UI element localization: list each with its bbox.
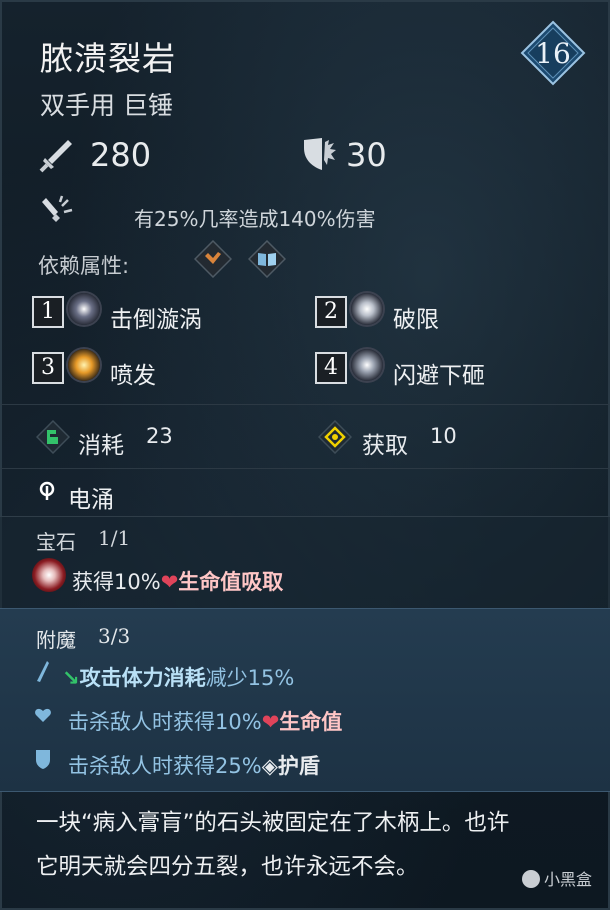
skill-slot-1-number: 1	[32, 296, 64, 328]
skill-slot-2-number: 2	[315, 296, 347, 328]
watermark: 小黑盒	[521, 866, 592, 890]
limit-break-icon	[351, 293, 383, 325]
enchant-line-1: ↘攻击体力消耗减少15%	[62, 662, 294, 692]
heart-enchant-icon	[34, 706, 52, 724]
gain-label: 获取	[362, 433, 408, 459]
enchant-count: 3/3	[98, 624, 131, 648]
heart-icon: ❤	[261, 710, 280, 734]
gem-count: 1/1	[98, 526, 131, 550]
item-type: 双手用 巨锤	[40, 91, 173, 120]
enchant-3-prefix: 击杀敌人时获得25%	[68, 754, 262, 778]
level-badge: 16	[520, 20, 586, 86]
skill-4-name: 闪避下砸	[393, 363, 485, 389]
watermark-logo-icon	[521, 870, 540, 888]
gem-label: 宝石	[36, 530, 76, 554]
stamina-enchant-icon	[36, 660, 50, 684]
shield-enchant-icon	[34, 748, 52, 770]
enchant-3-highlight: 护盾	[277, 754, 320, 778]
gem-effect-highlight: 生命值吸取	[178, 570, 284, 594]
gem-effect-prefix: 获得10%	[72, 570, 161, 594]
level-value: 16	[535, 37, 571, 70]
surge-icon	[36, 480, 58, 502]
dodge-slam-icon	[351, 349, 383, 381]
divider	[0, 468, 610, 469]
shield-guard-icon	[300, 134, 340, 174]
cost-label: 消耗	[78, 433, 124, 459]
enchant-1-suffix: 减少15%	[205, 666, 295, 690]
watermark-text: 小黑盒	[543, 870, 592, 889]
gain-value: 10	[430, 424, 457, 448]
gain-icon	[317, 419, 353, 455]
shield-small-icon: ◈	[261, 754, 278, 778]
skill-slot-4-number: 4	[315, 352, 347, 384]
damage-value: 280	[90, 136, 152, 174]
guard-value: 30	[346, 136, 387, 174]
perk-name: 电涌	[68, 487, 114, 513]
sword-icon	[36, 136, 76, 176]
vortex-icon	[68, 293, 100, 325]
effect-text: 有25%几率造成140%伤害	[134, 207, 376, 231]
skill-2-name: 破限	[393, 307, 439, 333]
heart-icon: ❤	[160, 570, 179, 594]
skill-slot-3-number: 3	[32, 352, 64, 384]
item-tooltip: 脓溃裂岩 双手用 巨锤 16 280 30 有25%几率造成140%伤害 依赖属…	[0, 0, 610, 910]
skill-3-name: 喷发	[110, 363, 156, 389]
enchant-2-highlight: 生命值	[279, 710, 343, 734]
gem-effect: 获得10%❤生命值吸取	[72, 566, 283, 596]
flavor-line-1: 一块“病入膏肓”的石头被固定在了木柄上。也许	[36, 810, 510, 836]
strength-icon	[193, 239, 233, 279]
dependency-label: 依赖属性:	[38, 254, 130, 278]
enchant-line-2: 击杀敌人时获得10%❤生命值	[68, 706, 342, 736]
skill-1-name: 击倒漩涡	[110, 307, 202, 333]
critical-icon	[38, 194, 74, 228]
cost-value: 23	[146, 424, 173, 448]
enchant-line-3: 击杀敌人时获得25%◈护盾	[68, 750, 320, 780]
enchant-label: 附魔	[36, 628, 76, 652]
item-name: 脓溃裂岩	[40, 39, 176, 78]
enchant-2-prefix: 击杀敌人时获得10%	[68, 710, 262, 734]
divider	[0, 404, 610, 405]
eruption-icon	[68, 349, 100, 381]
stamina-small-icon: ↘	[62, 666, 80, 690]
book-icon	[247, 239, 287, 279]
gem-icon	[32, 558, 66, 592]
enchant-1-highlight: 攻击体力消耗	[79, 666, 206, 690]
stamina-cost-icon	[35, 419, 71, 455]
flavor-line-2: 它明天就会四分五裂，也许永远不会。	[36, 854, 419, 880]
